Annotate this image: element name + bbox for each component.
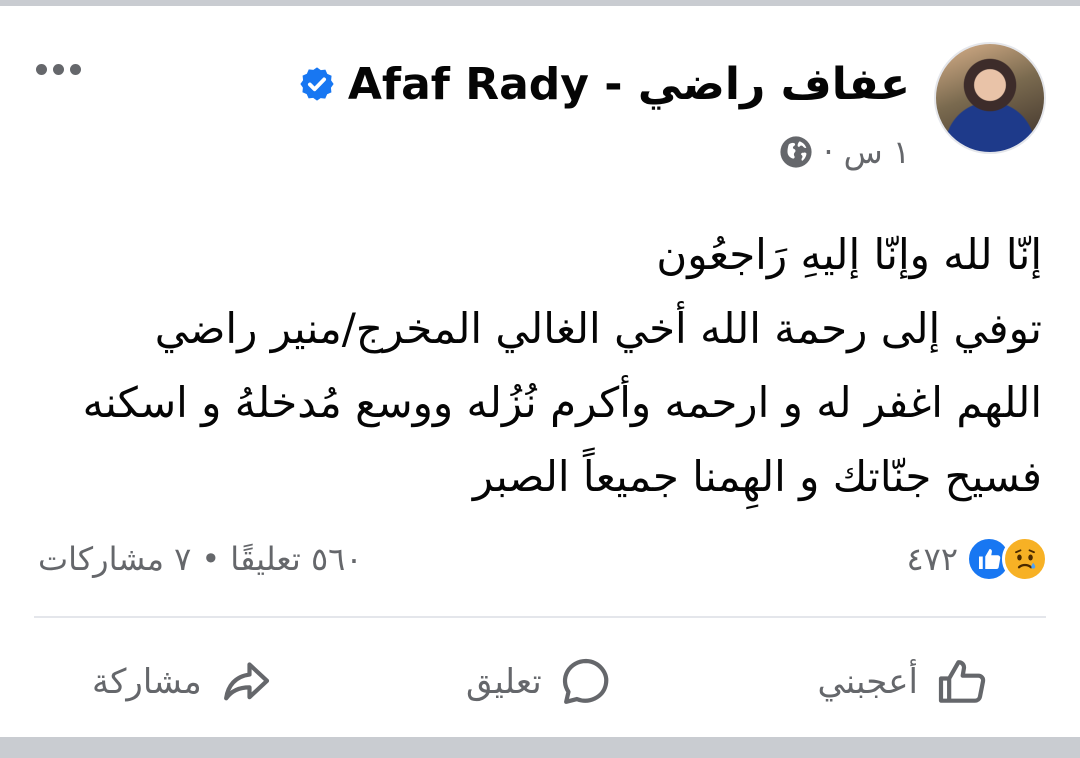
post-text-line: إنّا لله وإنّا إليهِ رَاجعُون	[656, 230, 1042, 279]
counts-separator: •	[201, 540, 221, 578]
share-label: مشاركة	[92, 662, 202, 702]
more-options-icon	[35, 63, 47, 75]
sad-reaction-icon	[1002, 536, 1048, 582]
more-options-button[interactable]	[30, 52, 86, 86]
like-label: أعجبني	[817, 662, 918, 702]
post-card: Afaf Rady - عفاف راضي · ١ س إنّا لله وإن…	[0, 6, 1080, 737]
post-author-row: Afaf Rady - عفاف راضي	[298, 54, 910, 114]
divider	[34, 616, 1046, 618]
thumbs-up-icon	[938, 660, 986, 703]
post-text: إنّا لله وإنّا إليهِ رَاجعُون توفي إلى ر…	[32, 218, 1042, 514]
share-arrow-icon	[223, 662, 269, 701]
author-avatar[interactable]	[934, 42, 1046, 154]
post-timestamp[interactable]: ١ س	[844, 133, 910, 171]
post-text-line: توفي إلى رحمة الله أخي الغالي المخرج/مني…	[154, 304, 1042, 353]
shares-count[interactable]: ٧ مشاركات	[38, 540, 191, 578]
comment-button[interactable]: تعليق	[466, 646, 614, 718]
reaction-icons	[966, 536, 1048, 582]
meta-separator: ·	[823, 133, 834, 171]
engagement-counts: ٥٦٠ تعليقًا • ٧ مشاركات	[38, 536, 363, 582]
post-meta: · ١ س	[779, 130, 910, 174]
comments-count[interactable]: ٥٦٠ تعليقًا	[230, 540, 362, 578]
reactions-summary[interactable]: ٤٧٢	[906, 534, 1048, 584]
author-name[interactable]: Afaf Rady - عفاف راضي	[348, 59, 910, 110]
post-text-line: فسيح جنّاتك و الهِمنا جميعاً الصبر	[472, 452, 1042, 501]
comment-icon	[562, 658, 609, 704]
verified-badge-icon	[300, 67, 334, 101]
like-button[interactable]: أعجبني	[817, 646, 990, 718]
globe-icon[interactable]	[779, 135, 813, 169]
share-button[interactable]: مشاركة	[92, 646, 274, 718]
post-text-line: اللهم اغفر له و ارحمه وأكرم نُزُله ووسع …	[82, 378, 1042, 427]
feed-separator-bottom	[0, 737, 1080, 758]
comment-label: تعليق	[466, 662, 542, 702]
reaction-count: ٤٧٢	[906, 540, 958, 578]
